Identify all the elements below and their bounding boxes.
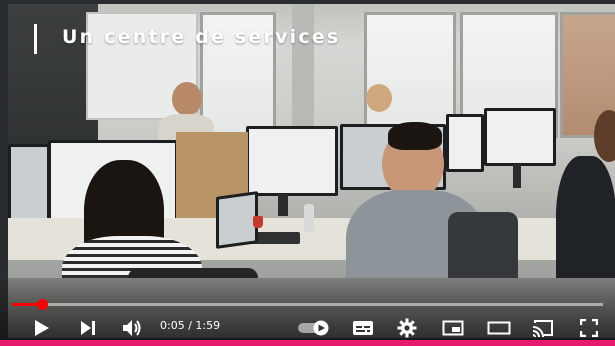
progress-bar[interactable] bbox=[12, 299, 603, 310]
miniplayer-button[interactable] bbox=[440, 316, 466, 340]
play-button[interactable] bbox=[30, 316, 54, 340]
volume-icon bbox=[122, 319, 142, 337]
person-head bbox=[366, 84, 392, 112]
fullscreen-icon bbox=[580, 319, 598, 337]
next-icon bbox=[80, 320, 96, 336]
bottle bbox=[304, 204, 314, 232]
autoplay-toggle[interactable] bbox=[296, 316, 332, 340]
person-head bbox=[594, 110, 615, 162]
gear-icon bbox=[397, 318, 417, 338]
cast-icon bbox=[532, 319, 554, 337]
cup bbox=[253, 216, 263, 228]
settings-button[interactable] bbox=[394, 316, 420, 340]
person-head bbox=[172, 82, 202, 116]
title-accent-bar bbox=[34, 24, 37, 54]
time-separator: / bbox=[184, 319, 196, 332]
duration: 1:59 bbox=[195, 319, 221, 332]
cast-button[interactable] bbox=[530, 316, 556, 340]
monitor-stand bbox=[513, 164, 521, 188]
next-button[interactable] bbox=[76, 316, 100, 340]
theater-mode-icon bbox=[487, 321, 511, 335]
subtitles-button[interactable] bbox=[350, 316, 376, 340]
person-hair bbox=[388, 122, 442, 150]
window bbox=[364, 12, 456, 138]
video-player[interactable]: Un centre de services 0:05 / 1:59 bbox=[0, 0, 615, 346]
play-icon bbox=[34, 319, 50, 337]
video-title-overlay: Un centre de services bbox=[62, 26, 341, 48]
page-accent-tab bbox=[205, 340, 405, 346]
monitor bbox=[484, 108, 556, 166]
mute-button[interactable] bbox=[120, 316, 144, 340]
theater-mode-button[interactable] bbox=[486, 316, 512, 340]
monitor bbox=[446, 114, 484, 172]
subtitles-icon bbox=[352, 320, 374, 336]
time-display: 0:05 / 1:59 bbox=[160, 319, 220, 332]
monitor bbox=[246, 126, 338, 196]
miniplayer-icon bbox=[442, 320, 464, 336]
fullscreen-button[interactable] bbox=[576, 316, 602, 340]
progress-loaded bbox=[12, 303, 603, 306]
autoplay-toggle-icon bbox=[297, 320, 331, 336]
laptop bbox=[216, 191, 258, 249]
current-time: 0:05 bbox=[160, 319, 185, 332]
monitor-stand bbox=[278, 194, 288, 216]
